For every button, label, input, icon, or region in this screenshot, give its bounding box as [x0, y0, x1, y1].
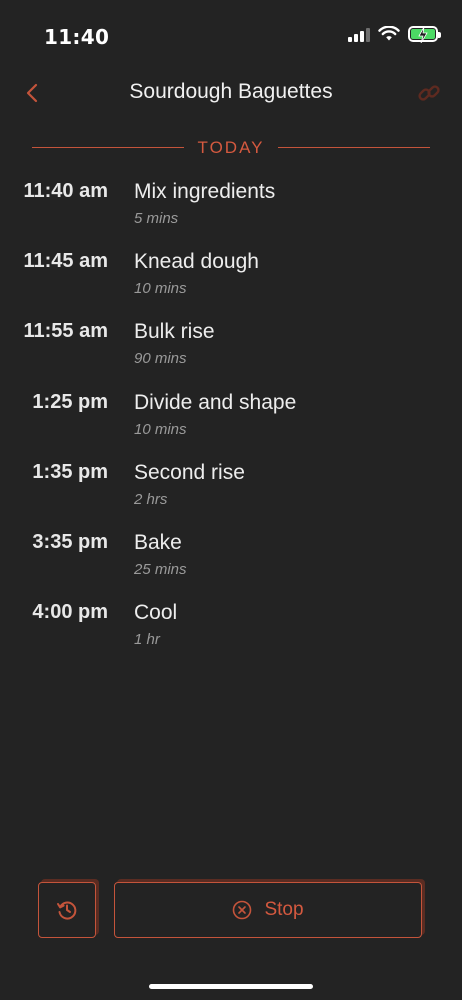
- app-header: Sourdough Baguettes: [0, 70, 462, 116]
- step-time: 11:45 am: [23, 250, 108, 273]
- step-name: Knead dough: [134, 250, 259, 274]
- share-link-button[interactable]: [416, 80, 442, 106]
- step-name: Second rise: [134, 460, 245, 484]
- schedule-step: 1:25 pm Divide and shape 10 mins: [0, 389, 462, 459]
- close-circle-icon: [233, 900, 252, 920]
- schedule-step: 4:00 pm Cool 1 hr: [0, 599, 462, 669]
- step-duration: 90 mins: [134, 350, 187, 368]
- wifi-icon: [378, 26, 400, 41]
- cellular-signal-icon: [348, 26, 370, 42]
- home-indicator: [149, 984, 313, 989]
- step-duration: 2 hrs: [134, 490, 168, 508]
- step-duration: 1 hr: [134, 631, 160, 649]
- section-label: TODAY: [197, 138, 265, 157]
- step-time: 11:55 am: [23, 320, 108, 343]
- schedule-list: 11:40 am Mix ingredients 5 mins 11:45 am…: [0, 178, 462, 669]
- link-icon: [418, 85, 440, 101]
- battery-charging-icon: [408, 26, 441, 43]
- step-duration: 10 mins: [134, 420, 187, 438]
- history-icon: [57, 901, 77, 920]
- step-duration: 5 mins: [134, 210, 179, 227]
- status-icons: [348, 26, 441, 43]
- step-name: Bake: [134, 530, 182, 554]
- schedule-step: 11:40 am Mix ingredients 5 mins: [0, 178, 462, 248]
- status-time: 11:40: [44, 25, 110, 49]
- schedule-step: 11:55 am Bulk rise 90 mins: [0, 318, 462, 388]
- section-divider: TODAY: [32, 136, 430, 160]
- page-title: Sourdough Baguettes: [129, 80, 333, 103]
- step-name: Bulk rise: [134, 320, 215, 344]
- status-bar: 11:40: [0, 0, 462, 60]
- step-duration: 10 mins: [134, 280, 187, 298]
- step-name: Divide and shape: [134, 390, 297, 414]
- step-name: Mix ingredients: [134, 180, 276, 203]
- step-time: 1:25 pm: [32, 390, 108, 413]
- step-duration: 25 mins: [134, 560, 187, 578]
- stop-button[interactable]: Stop: [114, 882, 422, 938]
- step-time: 3:35 pm: [32, 530, 108, 553]
- divider-line-right: [278, 147, 430, 148]
- step-time: 11:40 am: [23, 180, 108, 202]
- step-time: 4:00 pm: [32, 601, 108, 624]
- history-button[interactable]: [38, 882, 96, 938]
- step-name: Cool: [134, 601, 178, 625]
- schedule-step: 3:35 pm Bake 25 mins: [0, 529, 462, 599]
- stop-label: Stop: [264, 899, 304, 920]
- schedule-step: 11:45 am Knead dough 10 mins: [0, 248, 462, 318]
- schedule-step: 1:35 pm Second rise 2 hrs: [0, 459, 462, 529]
- step-time: 1:35 pm: [32, 460, 108, 483]
